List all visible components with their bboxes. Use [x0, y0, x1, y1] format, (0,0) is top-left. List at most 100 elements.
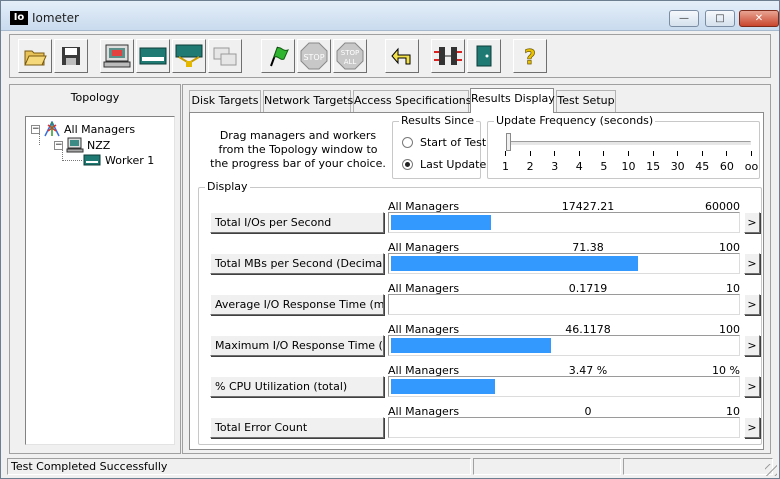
- results-display-body: Drag managers and workers from the Topol…: [189, 112, 764, 450]
- slider-tick-label: oo: [744, 160, 759, 173]
- results-since-group: Results Since Start of Test Last Update: [392, 114, 486, 179]
- metric-select-button[interactable]: Total Error Count: [210, 417, 384, 438]
- network-worker-button[interactable]: [172, 39, 206, 73]
- display-label: Display: [205, 180, 250, 193]
- slider-tick: [652, 151, 654, 156]
- slider-tick: [726, 151, 728, 156]
- tree-item-label: Worker 1: [105, 153, 155, 167]
- open-folder-icon: [24, 50, 47, 66]
- copy-worker-icon: [213, 47, 237, 66]
- exit-button[interactable]: [467, 39, 501, 73]
- iometer-app-icon: Io: [10, 11, 28, 25]
- tree-item-worker[interactable]: Worker 1: [83, 153, 154, 167]
- copy-worker-button[interactable]: [208, 39, 242, 73]
- topology-tree[interactable]: − All Managers − NZZ Worker 1: [25, 116, 175, 445]
- update-frequency-slider-thumb[interactable]: [506, 133, 511, 151]
- results-panel: Disk Targets Network Targets Access Spec…: [182, 84, 771, 454]
- start-flag-icon: [270, 46, 289, 67]
- update-frequency-slider-track[interactable]: [506, 141, 751, 145]
- slider-tick-label: 4: [575, 160, 583, 173]
- stop-all-button[interactable]: STOP ALL: [333, 39, 367, 73]
- help-button[interactable]: ?: [513, 39, 547, 73]
- help-icon: ?: [524, 45, 536, 69]
- metric-select-button[interactable]: Maximum I/O Response Time (ms): [210, 335, 384, 356]
- metric-progress-bar[interactable]: [388, 417, 740, 438]
- radio-button[interactable]: [402, 137, 413, 148]
- toolbar: STOP STOP ALL ?: [9, 34, 771, 78]
- metric-select-button[interactable]: Average I/O Response Time (ms): [210, 294, 384, 315]
- new-worker-button[interactable]: [100, 39, 134, 73]
- update-frequency-label: Update Frequency (seconds): [494, 114, 656, 127]
- radio-button[interactable]: [402, 159, 413, 170]
- tree-expander[interactable]: −: [54, 140, 63, 150]
- slider-tick-label: 2: [526, 160, 534, 173]
- topology-panel: Topology − All Managers − NZZ Worker 1: [9, 84, 181, 454]
- start-tests-button[interactable]: [261, 39, 295, 73]
- metric-progress-fill: [391, 215, 491, 230]
- metric-select-button[interactable]: Total I/Os per Second: [210, 212, 384, 233]
- slider-tick: [529, 151, 531, 156]
- metric-progress-bar[interactable]: [388, 376, 740, 397]
- status-message: Test Completed Successfully: [7, 458, 471, 475]
- metric-select-button[interactable]: % CPU Utilization (total): [210, 376, 384, 397]
- slider-tick: [677, 151, 679, 156]
- manager-computer-icon: [66, 137, 84, 153]
- drag-instructions: Drag managers and workers from the Topol…: [210, 129, 386, 170]
- tree-item-label: NZZ: [87, 138, 111, 152]
- topology-title: Topology: [70, 91, 120, 104]
- stop-button[interactable]: STOP: [297, 39, 331, 73]
- metric-expand-button[interactable]: >: [744, 376, 760, 397]
- slider-tick-label: 15: [646, 160, 661, 173]
- minimize-button[interactable]: —: [669, 10, 699, 27]
- slider-tick-label: 30: [670, 160, 685, 173]
- metric-expand-button[interactable]: >: [744, 212, 760, 233]
- reset-workers-button[interactable]: [385, 39, 419, 73]
- tab-access-specifications[interactable]: Access Specifications: [353, 90, 472, 112]
- status-bar: Test Completed Successfully: [1, 456, 779, 478]
- maximize-button[interactable]: □: [705, 10, 735, 27]
- radio-last-update[interactable]: Last Update: [402, 158, 486, 171]
- metric-expand-button[interactable]: >: [744, 294, 760, 315]
- new-manager-button[interactable]: [136, 39, 170, 73]
- tree-expander[interactable]: −: [31, 124, 40, 134]
- save-disk-icon: [62, 47, 80, 65]
- slider-tick: [751, 151, 752, 156]
- metric-progress-bar[interactable]: [388, 335, 740, 356]
- network-worker-icon: [175, 44, 203, 67]
- close-button[interactable]: ✕: [739, 10, 779, 27]
- slider-tick-label: 45: [695, 160, 710, 173]
- main-window: Io Iometer — □ ✕ STOP STOP ALL ? Topolog…: [0, 0, 780, 479]
- tree-item-all-managers[interactable]: − All Managers: [31, 121, 135, 137]
- metric-progress-bar[interactable]: [388, 294, 740, 315]
- metric-expand-button[interactable]: >: [744, 417, 760, 438]
- metric-expand-button[interactable]: >: [744, 335, 760, 356]
- metric-progress-bar[interactable]: [388, 253, 740, 274]
- metric-progress-bar[interactable]: [388, 212, 740, 233]
- tab-network-targets[interactable]: Network Targets: [263, 90, 353, 112]
- tab-results-display[interactable]: Results Display: [470, 88, 555, 113]
- exit-door-icon: [476, 45, 492, 67]
- tree-item-manager[interactable]: − NZZ: [54, 137, 110, 153]
- slider-tick-label: 5: [600, 160, 608, 173]
- save-button[interactable]: [54, 39, 88, 73]
- stop-all-icon: STOPALL: [336, 42, 364, 70]
- title-bar[interactable]: Io Iometer — □ ✕: [1, 1, 779, 31]
- status-pane-3: [623, 458, 773, 475]
- status-pane-2: [473, 458, 621, 475]
- tab-disk-targets[interactable]: Disk Targets: [189, 90, 261, 112]
- new-worker-icon: [103, 44, 131, 68]
- open-button[interactable]: [18, 39, 52, 73]
- radio-start-of-test[interactable]: Start of Test: [402, 136, 486, 149]
- slider-tick: [628, 151, 629, 156]
- metric-select-button[interactable]: Total MBs per Second (Decimal): [210, 253, 384, 274]
- radio-label: Start of Test: [420, 136, 487, 149]
- slider-tick: [578, 151, 580, 156]
- resize-grip[interactable]: [765, 464, 777, 476]
- worker-disk-icon: [83, 154, 101, 166]
- tab-test-setup[interactable]: Test Setup: [556, 90, 616, 112]
- disconnect-button[interactable]: [431, 39, 465, 73]
- metric-expand-button[interactable]: >: [744, 253, 760, 274]
- slider-tick: [701, 151, 703, 156]
- metric-progress-fill: [391, 379, 495, 394]
- radio-label: Last Update: [420, 158, 487, 171]
